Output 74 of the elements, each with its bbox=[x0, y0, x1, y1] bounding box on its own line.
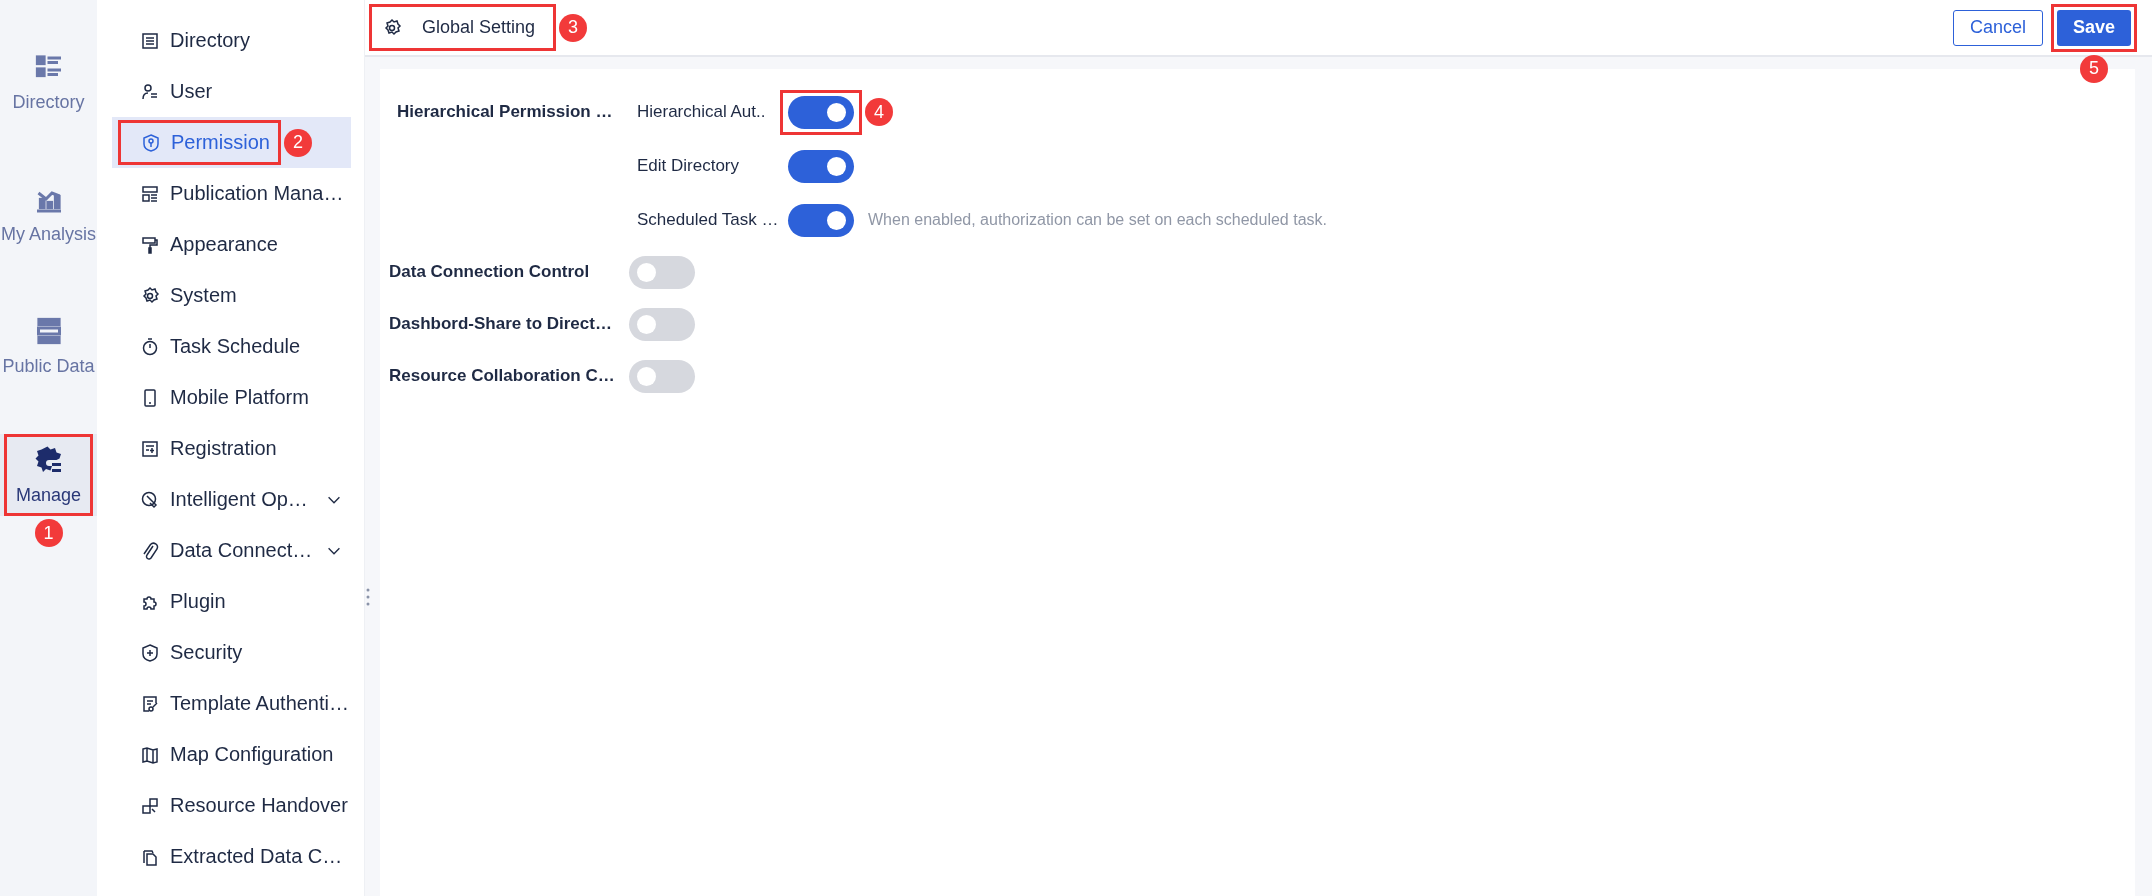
gear-icon bbox=[33, 444, 64, 475]
sidebar-item[interactable]: Plugin bbox=[112, 576, 351, 627]
callout-badge: 3 bbox=[559, 13, 588, 42]
setting-label: Resource Collaboration C… bbox=[389, 366, 616, 386]
menu-label: Plugin bbox=[170, 590, 226, 613]
sidebar-item[interactable]: Mobile Platform bbox=[112, 372, 351, 423]
menu-label: Publication Mana… bbox=[170, 182, 344, 205]
paint-roller-icon bbox=[140, 234, 160, 255]
paperclip-icon bbox=[140, 540, 160, 561]
stopwatch-icon bbox=[140, 336, 160, 357]
cancel-button[interactable]: Cancel bbox=[1952, 9, 2043, 46]
sidebar-item[interactable]: Security bbox=[112, 627, 351, 678]
toggle-switch[interactable] bbox=[788, 95, 854, 129]
shield-plus-icon bbox=[140, 642, 160, 663]
rail-item[interactable]: My Analysis bbox=[0, 162, 97, 266]
document-key-icon bbox=[140, 693, 160, 714]
setting-label: Scheduled Task … bbox=[637, 210, 780, 230]
sidebar-item[interactable]: Directory bbox=[112, 15, 351, 66]
toggle-switch[interactable] bbox=[788, 149, 854, 183]
sidebar-item[interactable]: Template Authenti… bbox=[112, 678, 351, 729]
save-button[interactable]: Save bbox=[2056, 9, 2131, 46]
menu-label: Directory bbox=[170, 29, 250, 52]
user-icon bbox=[140, 81, 160, 102]
menu-label: Intelligent Op… bbox=[170, 488, 308, 511]
callout-badge: 5 bbox=[2079, 54, 2108, 83]
sidebar-item[interactable]: Publication Mana… bbox=[112, 168, 351, 219]
sidebar-item[interactable]: Task Schedule bbox=[112, 321, 351, 372]
menu-label: Permission bbox=[171, 131, 270, 154]
menu-label: Resource Handover bbox=[170, 794, 348, 817]
sidebar-item[interactable]: Intelligent Op… bbox=[112, 474, 351, 525]
menu-label: Appearance bbox=[170, 233, 278, 256]
rail-item[interactable]: Directory bbox=[0, 30, 97, 134]
menu-label: Task Schedule bbox=[170, 335, 301, 358]
toggle-switch[interactable] bbox=[629, 307, 695, 341]
help-text: When enabled, authorization can be set on each scheduled task. bbox=[868, 211, 1327, 229]
blocks-icon bbox=[140, 795, 160, 816]
form-icon bbox=[140, 438, 160, 459]
layout-icon bbox=[140, 183, 160, 204]
menu-label: Map Configuration bbox=[170, 743, 334, 766]
shield-icon bbox=[141, 132, 161, 153]
setting-label: Hierarchical Aut.. bbox=[637, 102, 767, 122]
toggle-switch[interactable] bbox=[629, 255, 695, 289]
sidebar-item[interactable]: User bbox=[112, 66, 351, 117]
gear-icon bbox=[140, 285, 160, 306]
setting-label: Dashbord-Share to Direct… bbox=[389, 314, 613, 334]
rail-item[interactable]: Public Data bbox=[0, 294, 97, 398]
callout-badge: 1 bbox=[34, 519, 63, 547]
sidebar-item[interactable]: Map Configuration bbox=[112, 729, 351, 780]
callout-badge: 4 bbox=[865, 98, 893, 126]
menu-label: User bbox=[170, 80, 213, 103]
menu-label: Registration bbox=[170, 437, 277, 460]
toggle-switch[interactable] bbox=[788, 203, 854, 237]
settings-icon bbox=[382, 17, 402, 38]
page-title: Global Setting bbox=[422, 17, 536, 38]
sidebar-item[interactable]: Data Connect… bbox=[112, 525, 351, 576]
menu-label: Extracted Data C… bbox=[170, 845, 343, 868]
sidebar-item[interactable]: System bbox=[112, 270, 351, 321]
menu-label: System bbox=[170, 284, 237, 307]
setting-label: Data Connection Control bbox=[389, 262, 591, 282]
sidebar-item[interactable]: Extracted Data C… bbox=[112, 831, 351, 882]
callout-badge: 2 bbox=[283, 128, 312, 157]
sidebar-item[interactable]: Permission 2 bbox=[112, 117, 351, 168]
sidebar-item[interactable]: Appearance bbox=[112, 219, 351, 270]
setting-label: Edit Directory bbox=[637, 156, 741, 176]
setting-label: Hierarchical Permission … bbox=[396, 101, 614, 123]
toggle-switch[interactable] bbox=[629, 359, 695, 393]
menu-label: Data Connect… bbox=[170, 539, 313, 562]
menu-label: Mobile Platform bbox=[170, 386, 309, 409]
sidebar-item[interactable]: Registration bbox=[112, 423, 351, 474]
menu-label: Security bbox=[170, 641, 243, 664]
map-icon bbox=[140, 744, 160, 765]
menu-label: Template Authenti… bbox=[170, 692, 349, 715]
list-icon bbox=[140, 30, 160, 51]
sidebar-item[interactable]: Resource Handover bbox=[112, 780, 351, 831]
